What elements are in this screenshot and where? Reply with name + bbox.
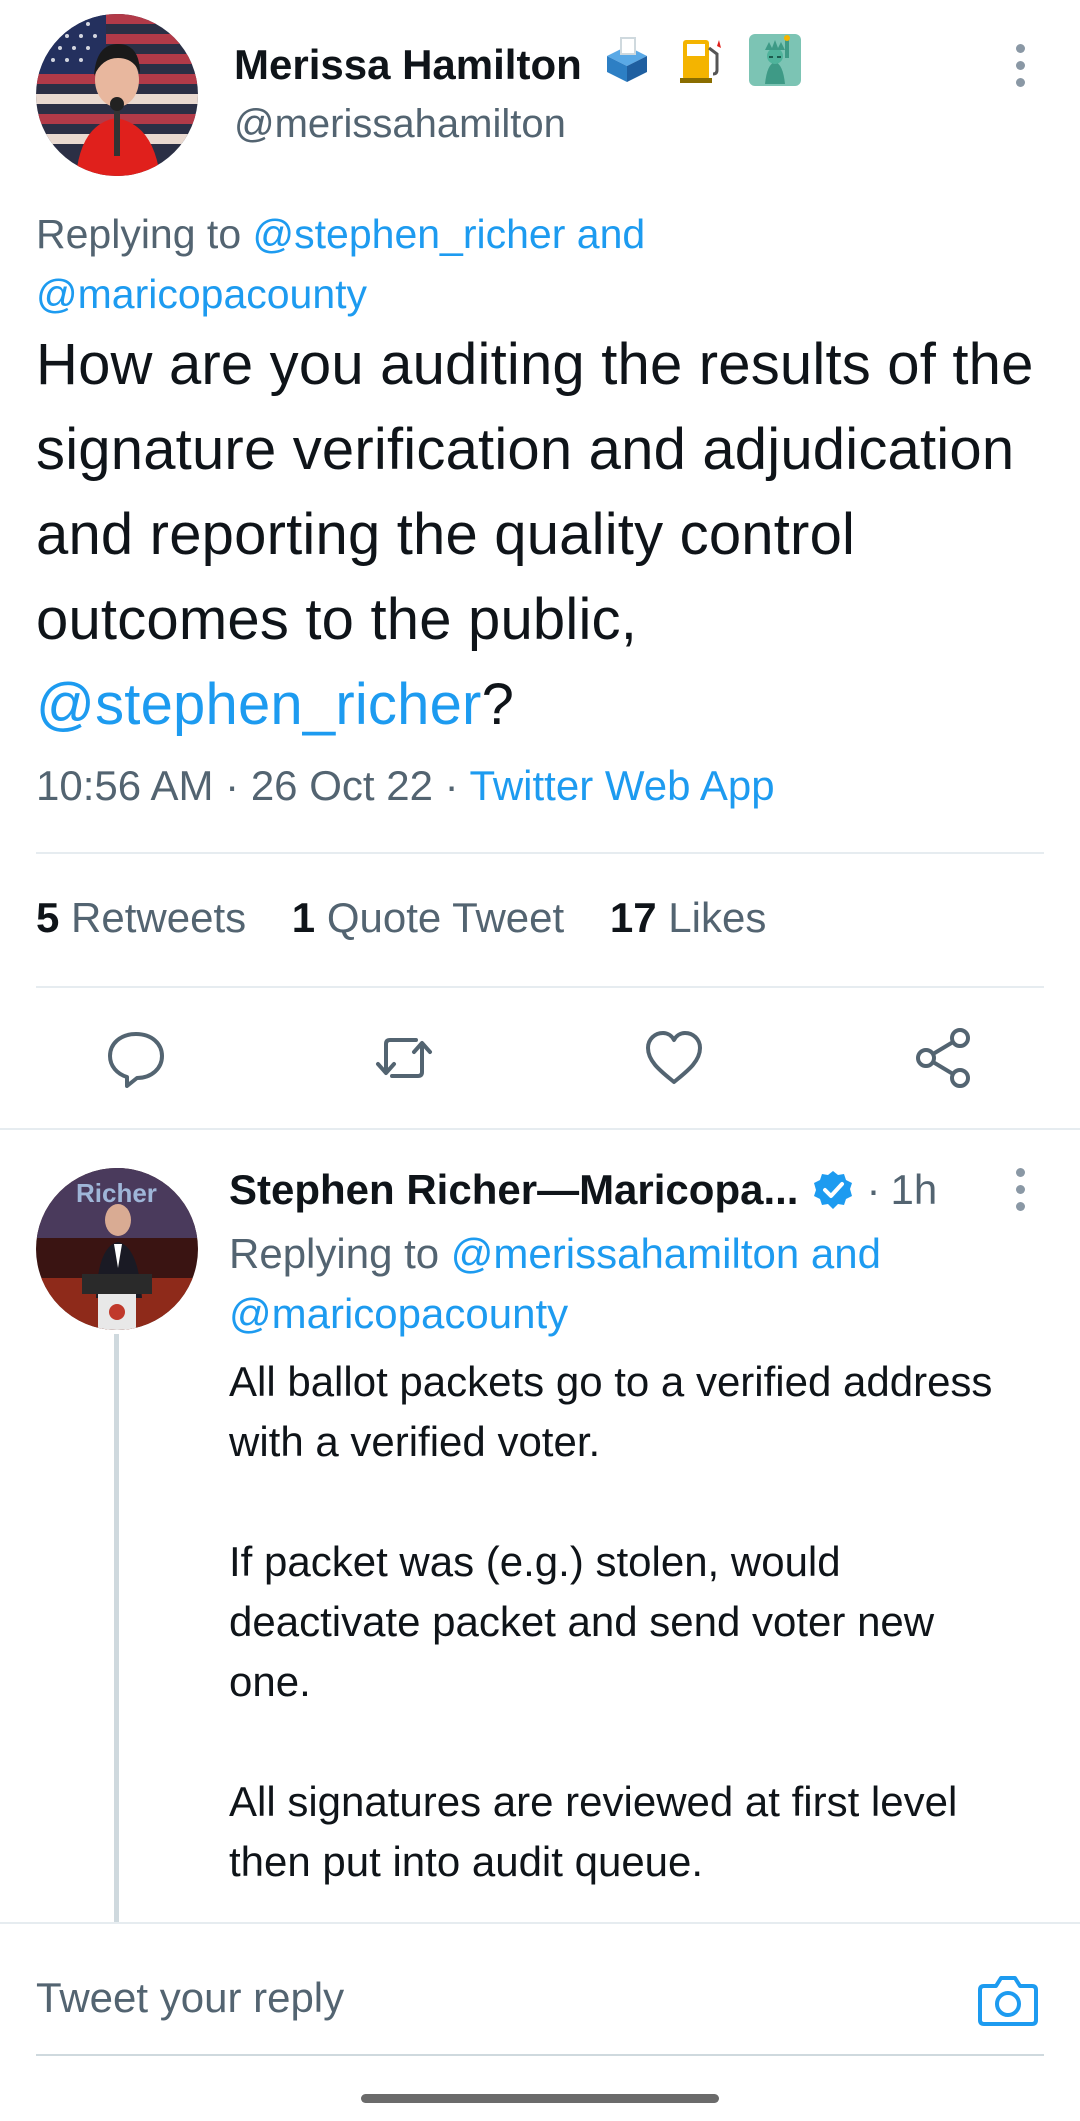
avatar-overlay-text: Richer <box>76 1178 157 1208</box>
share-icon[interactable] <box>912 1026 976 1090</box>
reply-author-avatar[interactable]: Richer <box>36 1168 198 1330</box>
meta-separator: · <box>225 762 240 809</box>
divider <box>36 986 1044 988</box>
ballot-box-icon <box>601 34 653 102</box>
reply-paragraph: If packet was (e.g.) stolen, would deact… <box>229 1538 935 1705</box>
likes-stat[interactable]: 17 Likes <box>610 894 766 941</box>
retweet-icon[interactable] <box>372 1026 436 1090</box>
tweet-source-link[interactable]: Twitter Web App <box>470 762 775 809</box>
reply-more-options-icon[interactable] <box>1014 1168 1026 1219</box>
thread-connector-line <box>114 1334 119 1924</box>
composer-bottom-divider <box>36 2054 1044 2056</box>
divider <box>0 1128 1080 1130</box>
tweet-body: How are you auditing the results of the … <box>36 322 1036 747</box>
tweet-time[interactable]: 10:56 AM <box>36 762 213 809</box>
fuel-pump-icon <box>675 34 727 102</box>
meta-separator: · <box>866 1166 881 1213</box>
statue-of-liberty-icon <box>748 34 801 102</box>
reply-paragraph: All signatures are reviewed at first lev… <box>229 1778 958 1885</box>
home-indicator[interactable] <box>361 2094 719 2103</box>
quote-tweets-stat[interactable]: 1 Quote Tweet <box>292 894 564 941</box>
replying-conjunction[interactable]: and <box>577 211 645 257</box>
replying-conjunction[interactable]: and <box>811 1230 881 1277</box>
author-name-row[interactable]: Merissa Hamilton <box>234 34 801 94</box>
tweet-text: How are you auditing the results of the … <box>36 332 1034 652</box>
meta-separator: · <box>444 762 459 809</box>
replying-prefix: Replying to <box>36 211 242 257</box>
replying-user-link[interactable]: @maricopacounty <box>36 271 367 317</box>
author-avatar[interactable] <box>36 14 198 176</box>
reply-paragraph: All ballot packets go to a verified addr… <box>229 1358 993 1465</box>
retweets-stat[interactable]: 5 Retweets <box>36 894 246 941</box>
engagement-stats: 5 Retweets 1 Quote Tweet 17 Likes <box>36 894 766 942</box>
reply-time-ago[interactable]: 1h <box>890 1160 937 1220</box>
divider <box>36 852 1044 854</box>
author-name[interactable]: Merissa Hamilton <box>234 41 582 88</box>
more-options-icon[interactable] <box>1014 44 1026 95</box>
composer-top-divider <box>0 1922 1080 1924</box>
replying-prefix: Replying to <box>229 1230 440 1277</box>
like-icon[interactable] <box>642 1026 706 1090</box>
tweet-timestamp-row: 10:56 AM · 26 Oct 22 · Twitter Web App <box>36 762 775 810</box>
replying-to-line: Replying to @stephen_richer and @maricop… <box>36 204 1036 324</box>
camera-icon[interactable] <box>976 1968 1040 2032</box>
reply-author-name[interactable]: Stephen Richer—Maricopa... <box>229 1160 798 1220</box>
reply-body: All ballot packets go to a verified addr… <box>229 1352 1029 1892</box>
verified-badge-icon <box>812 1169 854 1211</box>
reply-icon[interactable] <box>104 1026 168 1090</box>
replying-user-link[interactable]: @merissahamilton <box>451 1230 799 1277</box>
tweet-text-end: ? <box>481 672 515 737</box>
tweet-mention-link[interactable]: @stephen_richer <box>36 672 482 737</box>
replying-user-link[interactable]: @stephen_richer <box>253 211 566 257</box>
reply-replying-to-line: Replying to @merissahamilton and @marico… <box>229 1224 1049 1344</box>
author-handle[interactable]: @merissahamilton <box>234 102 566 147</box>
replying-user-link[interactable]: @maricopacounty <box>229 1290 568 1337</box>
reply-composer-input[interactable]: Tweet your reply <box>36 1974 344 2022</box>
tweet-date[interactable]: 26 Oct 22 <box>251 762 433 809</box>
reply-author-row[interactable]: Stephen Richer—Maricopa... · 1h <box>229 1160 937 1220</box>
